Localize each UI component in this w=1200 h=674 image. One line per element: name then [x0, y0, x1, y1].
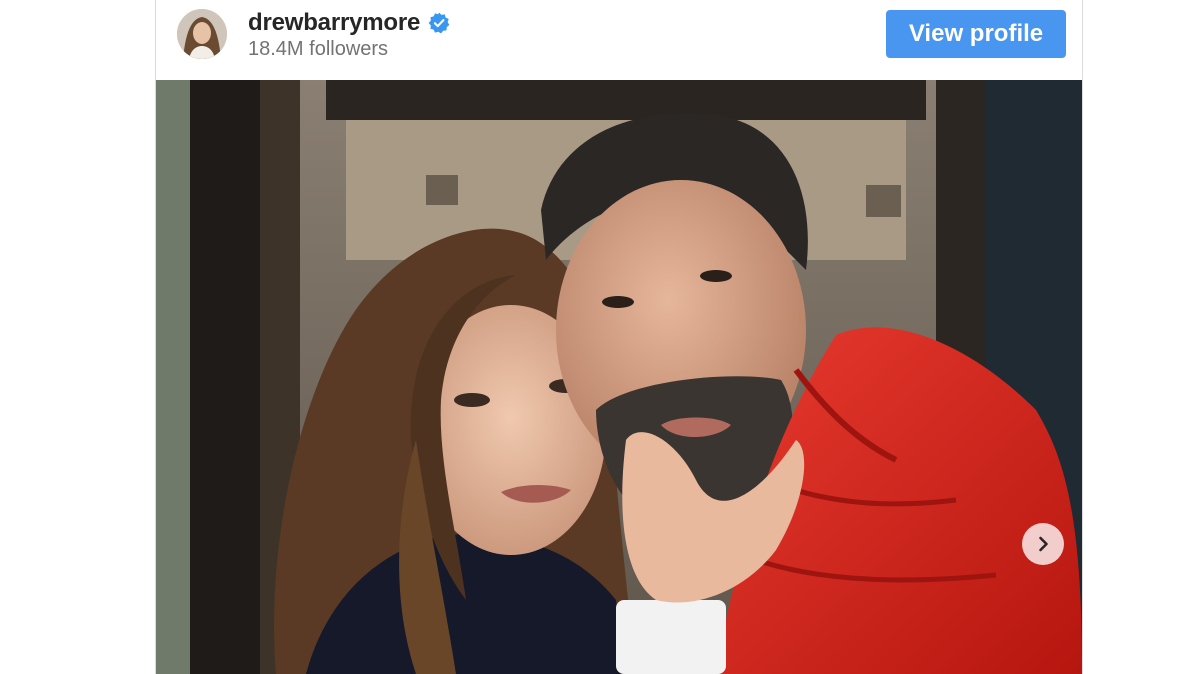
post-photo[interactable] [156, 80, 1082, 674]
next-photo-button[interactable] [1022, 523, 1064, 565]
post-image [156, 80, 1082, 674]
post-header: drewbarrymore 18.4M followers View profi… [156, 0, 1082, 80]
avatar-image [177, 9, 227, 59]
page: drewbarrymore 18.4M followers View profi… [0, 0, 1200, 674]
follower-count: 18.4M followers [248, 38, 389, 60]
instagram-embed-card: drewbarrymore 18.4M followers View profi… [155, 0, 1083, 674]
profile-avatar[interactable] [177, 9, 227, 59]
username[interactable]: drewbarrymore [248, 9, 420, 37]
chevron-right-icon [1039, 536, 1048, 552]
view-profile-button[interactable]: View profile [886, 10, 1066, 58]
username-row: drewbarrymore [248, 8, 450, 38]
verified-badge-icon [428, 12, 450, 34]
